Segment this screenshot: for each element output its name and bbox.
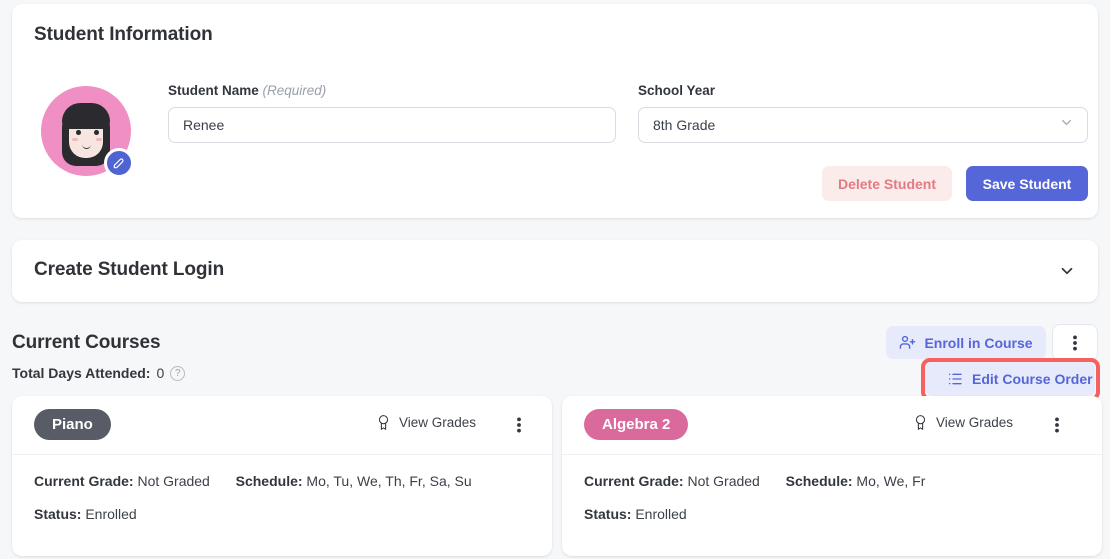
student-detail-page: Student Information Student Name (Requir…: [0, 0, 1110, 559]
student-name-required-text: (Required): [262, 83, 327, 98]
schedule-label: Schedule:: [235, 473, 303, 489]
total-days-attended: Total Days Attended: 0 ?: [12, 365, 186, 381]
student-name-label: Student Name (Required): [168, 83, 326, 98]
total-days-attended-label: Total Days Attended:: [12, 365, 151, 381]
current-grade-value: Not Graded: [687, 473, 760, 489]
student-name-label-text: Student Name: [168, 83, 259, 98]
schedule-value: Mo, Tu, We, Th, Fr, Sa, Su: [306, 473, 472, 489]
course-card: Piano View Grades Current Grade: Not Gra…: [12, 396, 552, 556]
current-grade-label: Current Grade:: [584, 473, 684, 489]
delete-student-button[interactable]: Delete Student: [822, 166, 952, 201]
award-ribbon-icon: [376, 414, 391, 431]
current-grade-label: Current Grade:: [34, 473, 134, 489]
create-student-login-card[interactable]: Create Student Login: [12, 240, 1098, 302]
kebab-menu-icon: [1055, 417, 1059, 433]
save-student-button[interactable]: Save Student: [966, 166, 1088, 201]
course-status-row: Status: Enrolled: [34, 506, 530, 522]
edit-course-order-menu-item[interactable]: Edit Course Order: [925, 362, 1095, 396]
total-days-attended-value: 0: [156, 365, 165, 381]
course-card-body: Current Grade: Not Graded Schedule: Mo, …: [562, 455, 1102, 522]
chevron-down-icon[interactable]: [1058, 262, 1076, 285]
kebab-menu-icon: [1073, 335, 1077, 351]
edit-pencil-icon[interactable]: [104, 148, 134, 178]
view-grades-label: View Grades: [936, 415, 1014, 430]
student-information-card: Student Information Student Name (Requir…: [12, 4, 1098, 218]
list-order-icon: [947, 371, 963, 387]
course-name-badge[interactable]: Algebra 2: [584, 409, 689, 440]
schedule-value: Mo, We, Fr: [856, 473, 926, 489]
enroll-in-course-button[interactable]: Enroll in Course: [886, 326, 1046, 359]
avatar[interactable]: [41, 86, 151, 188]
student-information-title: Student Information: [34, 24, 213, 45]
school-year-select[interactable]: [638, 107, 1088, 143]
create-student-login-title: Create Student Login: [34, 259, 225, 280]
award-ribbon-icon: [913, 414, 928, 431]
question-mark-icon[interactable]: ?: [170, 365, 186, 381]
course-options-button[interactable]: [1047, 413, 1067, 437]
course-status-row: Status: Enrolled: [584, 506, 1080, 522]
course-card-header: Algebra 2 View Grades: [562, 396, 1102, 455]
view-grades-label: View Grades: [399, 415, 477, 430]
course-grade-row: Current Grade: Not Graded Schedule: Mo, …: [584, 473, 1080, 489]
view-grades-button[interactable]: View Grades: [376, 414, 476, 431]
kebab-menu-icon: [517, 417, 521, 433]
student-name-input[interactable]: [168, 107, 616, 143]
student-name-field-wrap: [168, 107, 616, 143]
course-card: Algebra 2 View Grades Current Grade: Not…: [562, 396, 1102, 556]
course-name-badge[interactable]: Piano: [34, 409, 111, 440]
school-year-field-wrap[interactable]: [638, 107, 1088, 143]
schedule-label: Schedule:: [785, 473, 853, 489]
school-year-label: School Year: [638, 83, 716, 98]
current-courses-title: Current Courses: [12, 332, 161, 353]
enroll-in-course-label: Enroll in Course: [924, 334, 1033, 351]
course-card-header: Piano View Grades: [12, 396, 552, 455]
course-card-body: Current Grade: Not Graded Schedule: Mo, …: [12, 455, 552, 522]
courses-options-button[interactable]: [1052, 324, 1098, 361]
course-grade-row: Current Grade: Not Graded Schedule: Mo, …: [34, 473, 530, 489]
view-grades-button[interactable]: View Grades: [913, 414, 1013, 431]
status-label: Status:: [584, 506, 632, 522]
status-value: Enrolled: [635, 506, 687, 522]
status-label: Status:: [34, 506, 82, 522]
status-value: Enrolled: [85, 506, 137, 522]
current-grade-value: Not Graded: [137, 473, 210, 489]
person-add-icon: [899, 334, 916, 351]
edit-course-order-label: Edit Course Order: [972, 371, 1093, 387]
course-options-button[interactable]: [509, 413, 529, 437]
